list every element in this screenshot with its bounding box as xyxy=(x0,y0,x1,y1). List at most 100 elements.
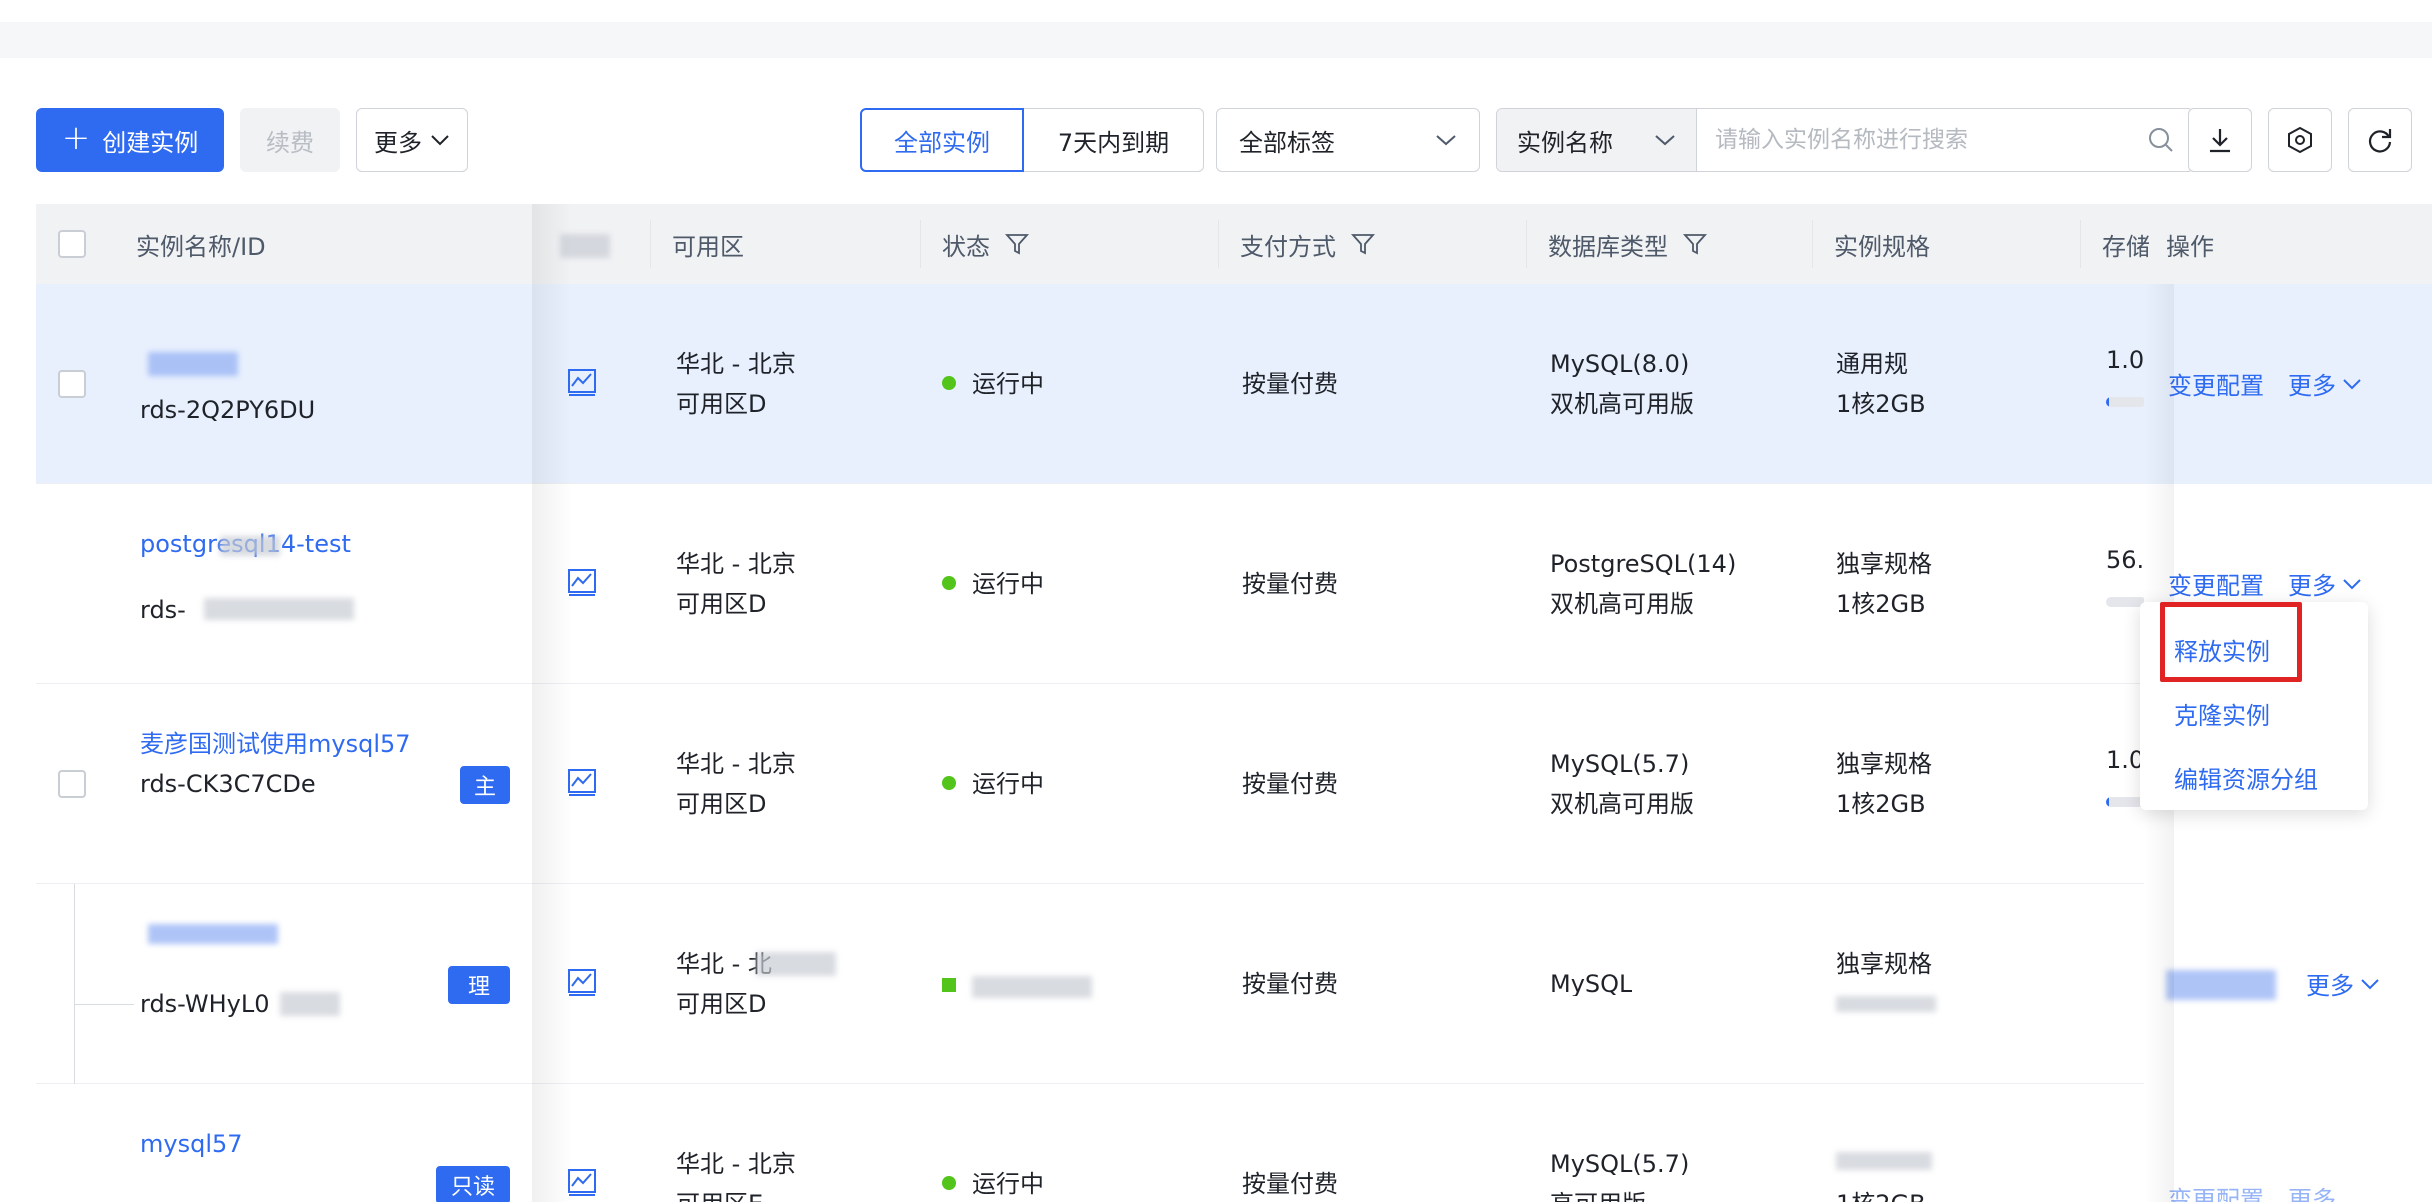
payment-cell: 按量付费 xyxy=(1242,1170,1338,1198)
create-instance-label: 创建实例 xyxy=(102,128,199,157)
instance-id: rds-2Q2PY6DU xyxy=(140,396,316,424)
monitor-chart-icon[interactable] xyxy=(566,366,598,398)
more-actions-link[interactable]: 更多 xyxy=(2288,366,2362,401)
instance-name-link[interactable]: mysql57 xyxy=(140,1124,243,1164)
spec-size: 1核2GB xyxy=(1836,790,1926,818)
proxy-badge: 理 xyxy=(448,966,510,1004)
header-status: 状态 xyxy=(942,204,1030,284)
filter-icon[interactable] xyxy=(1004,231,1030,257)
zone-cell: 华北 - 北京 可用区D xyxy=(676,544,796,624)
release-instance-menu-item[interactable]: 释放实例 xyxy=(2174,632,2270,667)
header-dbtype-label: 数据库类型 xyxy=(1548,232,1668,261)
spec-class: 独享规格 xyxy=(1836,550,1932,578)
redacted-name xyxy=(148,924,278,944)
status-cell: 运行中 xyxy=(942,564,1044,604)
zone-line2: 可用区D xyxy=(676,990,767,1018)
more-actions-link[interactable]: 更多 xyxy=(2288,1180,2336,1202)
filter-icon[interactable] xyxy=(1350,231,1376,257)
zone-line2: 可用区D xyxy=(676,790,767,818)
tab-expiring-7-days[interactable]: 7天内到期 xyxy=(1024,108,1204,172)
search-type-value: 实例名称 xyxy=(1517,128,1613,157)
monitor-chart-icon[interactable] xyxy=(566,966,598,998)
search-input[interactable] xyxy=(1697,109,2129,171)
zone-line1: 华北 - 北京 xyxy=(676,350,796,378)
download-icon xyxy=(2210,129,2230,153)
zone-cell: 华北 - 北京可用区E xyxy=(676,1144,796,1202)
filter-icon[interactable] xyxy=(1682,231,1708,257)
refresh-icon xyxy=(2368,129,2392,153)
redacted-zone xyxy=(756,952,836,976)
dbtype-cell: PostgreSQL(14) 双机高可用版 xyxy=(1550,544,1736,624)
instance-table: 实例名称/ID 可用区 状态 支付方式 数据库类型 实例规格 存储 操作 rds… xyxy=(36,204,2432,1202)
chevron-down-icon xyxy=(431,135,449,146)
row-checkbox[interactable] xyxy=(58,370,86,398)
redacted-name xyxy=(220,536,280,556)
header-status-label: 状态 xyxy=(942,232,990,261)
select-all-checkbox[interactable] xyxy=(58,230,86,258)
instance-filter-tabs: 全部实例 7天内到期 xyxy=(860,108,1204,172)
table-row[interactable]: postgresql14-test rds- 华北 - 北京可用区D 运行中 按… xyxy=(36,484,2432,684)
change-config-link[interactable]: 变更配置 xyxy=(2168,366,2264,401)
monitor-chart-icon[interactable] xyxy=(566,566,598,598)
column-settings-button[interactable] xyxy=(2268,108,2332,172)
payment-cell: 按量付费 xyxy=(1242,370,1338,398)
status-cell: 运行中 xyxy=(942,364,1044,404)
column-divider xyxy=(1218,220,1219,268)
search-button[interactable] xyxy=(2129,109,2193,171)
zone-line1: 华北 - 北京 xyxy=(676,550,796,578)
spec-class: 通用规 xyxy=(1836,350,1908,378)
table-row[interactable]: mysql57 只读 华北 - 北京可用区E 运行中 按量付费 MySQL(5.… xyxy=(36,1084,2432,1202)
spec-size: 1核2GB xyxy=(1836,1184,1926,1202)
tab-all-instances[interactable]: 全部实例 xyxy=(860,108,1024,172)
redacted-name xyxy=(148,352,238,376)
change-config-link[interactable]: 变更配置 xyxy=(2168,566,2264,601)
header-zone: 可用区 xyxy=(672,204,744,284)
redacted-spec xyxy=(1836,996,1936,1012)
column-divider xyxy=(2080,220,2081,268)
more-actions-link[interactable]: 更多 xyxy=(2306,966,2380,1001)
more-actions-label: 更多 xyxy=(2288,372,2336,400)
status-indicator xyxy=(942,978,956,992)
payment-cell: 按量付费 xyxy=(1242,770,1338,798)
more-actions-link[interactable]: 更多 xyxy=(2288,566,2362,601)
settings-icon xyxy=(2288,126,2312,154)
chevron-down-icon xyxy=(1436,135,1456,146)
create-instance-button[interactable]: + 创建实例 xyxy=(36,108,224,172)
table-row[interactable]: rds-2Q2PY6DU 华北 - 北京 可用区D 运行中 按量付费 MySQL(… xyxy=(36,284,2432,484)
spec-cell: 通用规 1核2GB xyxy=(1836,344,1926,424)
column-divider xyxy=(1812,220,1813,268)
refresh-button[interactable] xyxy=(2348,108,2412,172)
zone-cell: 华北 - 北京 可用区D xyxy=(676,344,796,424)
storage-usage-fill xyxy=(2106,797,2110,807)
primary-badge: 主 xyxy=(460,766,510,804)
more-actions-label: 更多 xyxy=(2288,1186,2336,1202)
edit-resource-group-menu-item[interactable]: 编辑资源分组 xyxy=(2174,760,2318,795)
table-row[interactable]: rds-WHyL0 理 华北 - 北可用区D 按量付费 MySQL 独享规格 更… xyxy=(36,884,2432,1084)
renew-button[interactable]: 续费 xyxy=(240,108,340,172)
monitor-chart-icon[interactable] xyxy=(566,766,598,798)
row-checkbox[interactable] xyxy=(58,770,86,798)
instance-name-link[interactable]: 麦彦国测试使用mysql57 xyxy=(140,724,411,764)
db-edition: 双机高可用版 xyxy=(1550,790,1694,818)
search-type-select[interactable]: 实例名称 xyxy=(1497,109,1697,171)
download-button[interactable] xyxy=(2188,108,2252,172)
table-row[interactable]: 麦彦国测试使用mysql57 rds-CK3C7CDe 主 华北 - 北京 可用区… xyxy=(36,684,2432,884)
status-cell: 运行中 xyxy=(942,1164,1044,1202)
tag-select[interactable]: 全部标签 xyxy=(1216,108,1480,172)
column-divider xyxy=(650,220,651,268)
readonly-badge: 只读 xyxy=(436,1166,510,1202)
instance-id: rds-CK3C7CDe xyxy=(140,770,316,798)
search-group: 实例名称 xyxy=(1496,108,2194,172)
db-version: MySQL(5.7) xyxy=(1550,750,1690,778)
clone-instance-menu-item[interactable]: 克隆实例 xyxy=(2174,696,2270,731)
zone-line2: 可用区D xyxy=(676,590,767,618)
more-actions-button[interactable]: 更多 xyxy=(356,108,468,172)
storage-usage-bar xyxy=(2106,397,2146,407)
change-config-link[interactable]: 变更配置 xyxy=(2168,1180,2264,1202)
tree-line xyxy=(74,884,75,1084)
db-version: MySQL(8.0) xyxy=(1550,350,1690,378)
header-payment-label: 支付方式 xyxy=(1240,232,1336,261)
more-actions-label: 更多 xyxy=(374,128,422,157)
monitor-chart-icon[interactable] xyxy=(566,1166,598,1198)
zone-line1: 华北 - 北京 xyxy=(676,750,796,778)
